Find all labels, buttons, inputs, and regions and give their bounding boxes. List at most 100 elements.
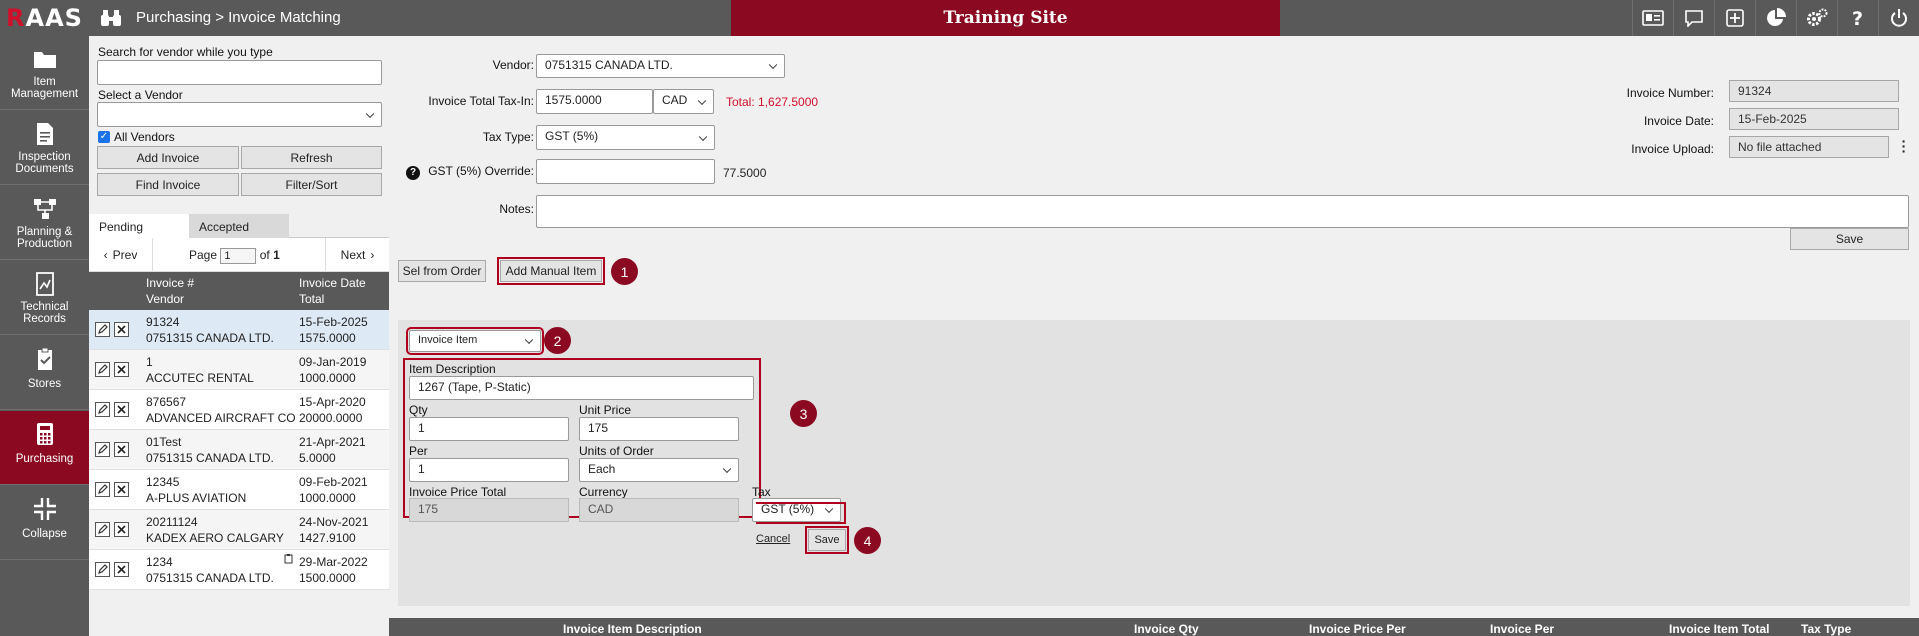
- svg-text:?: ?: [1852, 8, 1863, 28]
- binoculars-icon[interactable]: [100, 9, 122, 27]
- per-input[interactable]: 1: [409, 458, 569, 482]
- step-badge-3: 3: [790, 400, 817, 427]
- vendor-select[interactable]: [97, 102, 382, 127]
- item-type-select[interactable]: Invoice Item: [406, 327, 544, 355]
- page-number-input[interactable]: 1: [220, 248, 257, 264]
- next-page-button[interactable]: Next ›: [325, 238, 389, 272]
- invoice-list-item[interactable]: 1234 0751315 CANADA LTD. 29-Mar-2022 1500.0…: [89, 550, 389, 590]
- invoice-vendor-select[interactable]: 0751315 CANADA LTD.: [536, 54, 785, 78]
- filter-sort-button[interactable]: Filter/Sort: [241, 173, 382, 196]
- tax-type-select[interactable]: GST (5%): [536, 125, 715, 150]
- edit-icon[interactable]: [95, 522, 110, 537]
- gears-icon[interactable]: [1796, 0, 1837, 36]
- save-item-button[interactable]: Save: [805, 526, 849, 554]
- tab-accepted[interactable]: Accepted: [189, 214, 289, 238]
- chat-icon[interactable]: [1673, 0, 1714, 36]
- find-invoice-button[interactable]: Find Invoice: [97, 173, 239, 196]
- unit-price-label: Unit Price: [579, 403, 632, 417]
- edit-icon[interactable]: [95, 482, 110, 497]
- edit-icon[interactable]: [95, 322, 110, 337]
- tab-pending[interactable]: Pending: [89, 214, 189, 238]
- invoice-price-total-label: Invoice Price Total: [409, 485, 507, 499]
- collapse-icon: [33, 498, 56, 520]
- cancel-link[interactable]: Cancel: [756, 533, 790, 545]
- vendor-search-input[interactable]: [97, 60, 382, 85]
- step-badge-4: 4: [854, 527, 881, 554]
- delete-icon[interactable]: [114, 482, 129, 497]
- invoice-list-item[interactable]: 1 ACCUTEC RENTAL 09-Jan-2019 1000.0000: [89, 350, 389, 390]
- qty-input[interactable]: 1: [409, 417, 569, 441]
- invoice-price-total-field: 175: [409, 498, 569, 522]
- all-vendors-label: All Vendors: [114, 130, 175, 144]
- nav-planning-production[interactable]: Planning & Production: [0, 186, 89, 260]
- delete-icon[interactable]: [114, 402, 129, 417]
- save-invoice-button[interactable]: Save: [1790, 228, 1909, 250]
- delete-icon[interactable]: [114, 442, 129, 457]
- edit-icon[interactable]: [95, 562, 110, 577]
- delete-icon[interactable]: [114, 562, 129, 577]
- per-label: Per: [409, 444, 428, 458]
- pie-chart-icon[interactable]: [1755, 0, 1796, 36]
- invoice-upload-field[interactable]: No file attached: [1729, 136, 1889, 158]
- nav-item-management[interactable]: Item Management: [0, 36, 89, 110]
- unit-price-input[interactable]: 175: [579, 417, 739, 441]
- document-icon: [36, 123, 53, 145]
- add-manual-item-button[interactable]: Add Manual Item: [497, 257, 605, 285]
- all-vendors-checkbox[interactable]: ✓: [98, 131, 110, 143]
- invoice-list-item[interactable]: 12345 A-PLUS AVIATION 09-Feb-2021 1000.0000: [89, 470, 389, 510]
- id-card-icon[interactable]: [1632, 0, 1673, 36]
- chevron-left-icon: ‹: [103, 248, 108, 262]
- invoice-items-table-header: Invoice Item Description Invoice Qty Inv…: [389, 618, 1919, 636]
- item-description-input[interactable]: 1267 (Tape, P-Static): [409, 376, 754, 400]
- delete-icon[interactable]: [114, 362, 129, 377]
- edit-icon[interactable]: [95, 362, 110, 377]
- plus-square-icon[interactable]: [1714, 0, 1755, 36]
- manual-item-section: Invoice Item 2 Item Description 1267 (Ta…: [398, 320, 1910, 606]
- edit-icon[interactable]: [95, 402, 110, 417]
- delete-icon[interactable]: [114, 322, 129, 337]
- calculator-icon: [36, 423, 53, 445]
- units-of-order-select[interactable]: Each: [579, 458, 739, 482]
- power-icon[interactable]: [1878, 0, 1919, 36]
- tax-select[interactable]: GST (5%): [752, 498, 841, 522]
- invoice-date-field: 15-Feb-2025: [1729, 108, 1899, 130]
- invoice-date-label: Invoice Date:: [1643, 114, 1714, 128]
- invoice-total-label: Invoice Total Tax-In:: [428, 94, 534, 108]
- units-of-order-label: Units of Order: [579, 444, 654, 458]
- invoice-list-header: Invoice # Vendor Invoice Date Total: [89, 272, 389, 310]
- raas-logo[interactable]: R AAS: [0, 0, 89, 36]
- refresh-button[interactable]: Refresh: [241, 146, 382, 169]
- currency-select[interactable]: CAD: [653, 89, 714, 114]
- records-icon: [35, 272, 54, 296]
- nav-collapse[interactable]: Collapse: [0, 486, 89, 560]
- notes-label: Notes:: [499, 202, 534, 216]
- delete-icon[interactable]: [114, 522, 129, 537]
- vendor-panel: Search for vendor while you type Select …: [89, 36, 389, 636]
- invoice-list-item[interactable]: 20211124 KADEX AERO CALGARY 24-Nov-2021 142…: [89, 510, 389, 550]
- invoice-list-item[interactable]: 876567 ADVANCED AIRCRAFT CO 15-Apr-2020 200…: [89, 390, 389, 430]
- prev-page-button[interactable]: ‹ Prev: [89, 238, 153, 272]
- nav-technical-records[interactable]: Technical Records: [0, 261, 89, 335]
- sel-from-order-button[interactable]: Sel from Order: [398, 260, 486, 282]
- gst-override-input[interactable]: [536, 159, 715, 184]
- nav-stores[interactable]: Stores: [0, 336, 89, 410]
- add-invoice-button[interactable]: Add Invoice: [97, 146, 239, 169]
- item-description-label: Item Description: [409, 362, 496, 376]
- tax-type-label: Tax Type:: [482, 130, 534, 144]
- invoice-list-item[interactable]: 01Test 0751315 CANADA LTD. 21-Apr-2021 5.00…: [89, 430, 389, 470]
- nav-purchasing[interactable]: Purchasing: [0, 411, 95, 485]
- notes-textarea[interactable]: [536, 195, 1909, 228]
- attachment-clipboard-icon[interactable]: [284, 553, 293, 564]
- vendor-label: Vendor:: [492, 58, 534, 72]
- invoice-total-input[interactable]: 1575.0000: [536, 89, 653, 114]
- training-site-banner: Training Site: [731, 0, 1280, 36]
- currency-field: CAD: [579, 498, 739, 522]
- help-icon[interactable]: ?: [1837, 0, 1878, 36]
- invoice-list-item[interactable]: 91324 0751315 CANADA LTD. 15-Feb-2025 1575.…: [89, 310, 389, 350]
- nav-inspection-documents[interactable]: Inspection Documents: [0, 111, 89, 185]
- qty-label: Qty: [409, 403, 428, 417]
- breadcrumb: Purchasing > Invoice Matching: [136, 9, 341, 26]
- edit-icon[interactable]: [95, 442, 110, 457]
- more-vertical-icon[interactable]: · · ·: [1900, 134, 1908, 158]
- step-badge-2: 2: [544, 327, 571, 354]
